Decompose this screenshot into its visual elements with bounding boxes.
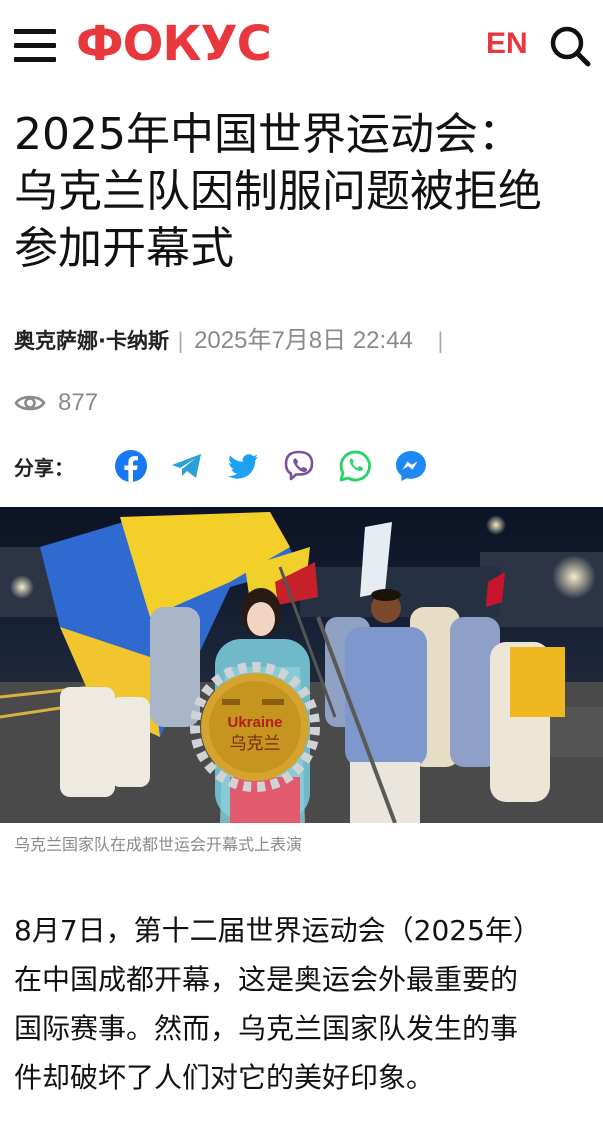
article-photo: Ukraine 乌克兰: [0, 507, 603, 823]
hamburger-menu-icon[interactable]: [14, 29, 56, 63]
site-header: ФОКУС EN: [0, 0, 603, 92]
body-line: 在中国成都开幕，这是奥运会外最重要的: [14, 963, 519, 996]
body-line: 国际赛事。然而，乌克兰国家队发生的事: [14, 1012, 519, 1045]
eye-icon: [14, 395, 46, 411]
share-label: 分享：: [14, 455, 74, 480]
share-bar: 分享：: [14, 448, 450, 484]
messenger-icon[interactable]: [394, 449, 428, 483]
body-line: 件却破坏了人们对它的美好印象。: [14, 1061, 435, 1094]
view-count-value: 877: [58, 389, 99, 416]
sign-text-chinese: 乌克兰: [230, 734, 281, 754]
site-logo[interactable]: ФОКУС: [76, 14, 272, 74]
whatsapp-icon[interactable]: [338, 449, 372, 483]
publish-date: 2025年7月8日 22:44: [194, 327, 413, 354]
telegram-icon[interactable]: [170, 449, 204, 483]
article-meta: 奥克萨娜·卡纳斯 | 2025年7月8日 22:44 |: [14, 324, 454, 358]
facebook-icon[interactable]: [114, 449, 148, 483]
photo-caption: 乌克兰国家队在成都世运会开幕式上表演: [14, 835, 303, 854]
article-body: 8月7日，第十二届世界运动会（2025年） 在中国成都开幕，这是奥运会外最重要的…: [14, 906, 592, 1102]
language-switch-en[interactable]: EN: [486, 26, 528, 62]
title-line: 2025年中国世界运动会：: [14, 109, 522, 160]
title-line: 参加开幕式: [14, 223, 234, 274]
viber-icon[interactable]: [282, 449, 316, 483]
article-title: 2025年中国世界运动会： 乌克兰队因制服问题被拒绝 参加开幕式: [14, 106, 594, 277]
twitter-icon[interactable]: [226, 449, 260, 483]
view-count: 877: [14, 386, 98, 420]
search-icon[interactable]: [548, 24, 592, 68]
meta-divider: |: [176, 329, 185, 353]
title-line: 乌克兰队因制服问题被拒绝: [14, 166, 542, 217]
body-line: 8月7日，第十二届世界运动会（2025年）: [14, 914, 541, 947]
sign-text-ukraine: Ukraine: [227, 714, 282, 731]
meta-divider: |: [436, 329, 444, 353]
author-name[interactable]: 奥克萨娜·卡纳斯: [14, 329, 169, 353]
